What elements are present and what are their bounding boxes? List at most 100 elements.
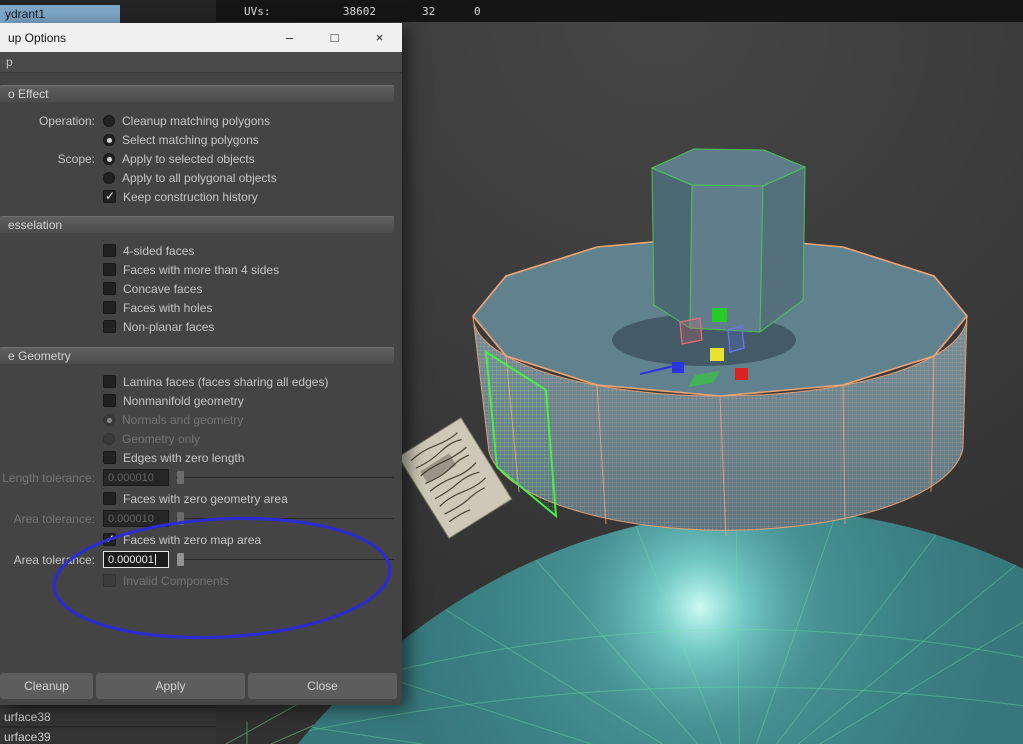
section-header-tesselation[interactable]: esselation: [0, 216, 394, 233]
checkbox-4-sided-faces[interactable]: [103, 244, 116, 257]
radio-select-matching[interactable]: [103, 133, 115, 146]
length-tolerance-slider[interactable]: [176, 469, 394, 486]
outliner-item-surface38[interactable]: urface38: [0, 708, 216, 727]
close-icon[interactable]: ×: [357, 23, 402, 52]
nonmanifold-row: Nonmanifold geometry: [0, 391, 394, 410]
operation-option-row: Operation: Cleanup matching polygons: [0, 111, 394, 130]
checkbox-faces-with-holes-label[interactable]: Faces with holes: [123, 301, 212, 315]
geom-area-tolerance-input[interactable]: 0.000010: [103, 510, 169, 527]
slider-handle[interactable]: [177, 471, 184, 484]
hud-value-2: 32: [422, 5, 436, 18]
radio-normals-geometry-label[interactable]: Normals and geometry: [122, 413, 243, 427]
section-header-effect[interactable]: o Effect: [0, 85, 394, 102]
checkbox-non-planar-faces[interactable]: [103, 320, 116, 333]
radio-normals-geometry[interactable]: [103, 413, 115, 426]
checkbox-invalid-components[interactable]: [103, 574, 116, 587]
checkbox-more-than-4-sides[interactable]: [103, 263, 116, 276]
length-tolerance-label: Length tolerance:: [2, 470, 95, 485]
checkbox-lamina-faces[interactable]: [103, 375, 116, 388]
radio-apply-selected-label[interactable]: Apply to selected objects: [122, 152, 255, 166]
manip-z-handle[interactable]: [735, 368, 748, 380]
checkbox-nonmanifold[interactable]: [103, 394, 116, 407]
scope-label: Scope:: [57, 151, 95, 166]
map-area-tolerance-value: 0.000001: [108, 553, 154, 566]
checkbox-concave-faces[interactable]: [103, 282, 116, 295]
checkbox-lamina-faces-label[interactable]: Lamina faces (faces sharing all edges): [123, 375, 328, 389]
apply-button[interactable]: Apply: [96, 673, 245, 699]
keep-history-row: Keep construction history: [0, 187, 394, 206]
checkbox-edges-zero-length-label[interactable]: Edges with zero length: [123, 451, 244, 465]
outliner-bottom: urface38 urface39: [0, 705, 216, 744]
checkbox-faces-zero-geometry-area-label[interactable]: Faces with zero geometry area: [123, 492, 288, 506]
outliner-top: ydrant1: [0, 0, 216, 23]
slider-handle[interactable]: [177, 553, 184, 566]
hud-uvs-count: 38602: [342, 5, 376, 18]
manip-plane-handle-blue[interactable]: [727, 325, 745, 353]
manip-center-handle[interactable]: [710, 348, 724, 361]
faces-zero-geometry-area-row: Faces with zero geometry area: [0, 489, 394, 508]
checkbox-non-planar-faces-label[interactable]: Non-planar faces: [123, 320, 214, 334]
slider-handle[interactable]: [177, 512, 184, 525]
prism-left-face: [651, 167, 693, 329]
hexagonal-prism[interactable]: [650, 148, 807, 334]
manip-y-handle[interactable]: [712, 308, 727, 322]
geom-area-tolerance-row: Area tolerance: 0.000010: [0, 509, 394, 528]
manip-x-handle[interactable]: [672, 362, 684, 373]
radio-select-matching-label[interactable]: Select matching polygons: [122, 133, 259, 147]
outliner-item-surface39[interactable]: urface39: [0, 728, 216, 744]
radio-cleanup-matching-label[interactable]: Cleanup matching polygons: [122, 114, 270, 128]
radio-geometry-only-label[interactable]: Geometry only: [122, 432, 200, 446]
dialog-button-row: Cleanup Apply Close: [0, 673, 402, 700]
geom-area-tolerance-value: 0.000010: [108, 512, 154, 525]
outliner-selected-item[interactable]: ydrant1: [0, 5, 120, 23]
menu-help[interactable]: p: [0, 55, 19, 69]
checkbox-edges-zero-length[interactable]: [103, 451, 116, 464]
checkbox-keep-history[interactable]: [103, 189, 116, 203]
scope-option-row: Apply to all polygonal objects: [0, 168, 394, 187]
cleanup-options-dialog: up Options – □ × p o Effect Operation: C…: [0, 23, 402, 705]
checkbox-concave-faces-label[interactable]: Concave faces: [123, 282, 202, 296]
radio-apply-all[interactable]: [103, 171, 115, 184]
dialog-body: o Effect Operation: Cleanup matching pol…: [0, 73, 402, 705]
minimize-icon[interactable]: –: [267, 23, 312, 52]
dialog-titlebar[interactable]: up Options – □ ×: [0, 23, 402, 52]
text-cursor: [154, 554, 156, 565]
checkbox-nonmanifold-label[interactable]: Nonmanifold geometry: [123, 394, 244, 408]
window-controls: – □ ×: [267, 23, 402, 52]
checkbox-invalid-components-label[interactable]: Invalid Components: [123, 574, 229, 588]
checkbox-faces-zero-map-area[interactable]: [103, 532, 116, 546]
close-button[interactable]: Close: [248, 673, 397, 699]
checkbox-keep-history-label[interactable]: Keep construction history: [123, 190, 258, 204]
radio-geometry-only[interactable]: [103, 432, 115, 445]
length-tolerance-row: Length tolerance: 0.000010: [0, 468, 394, 487]
cleanup-button[interactable]: Cleanup: [0, 673, 93, 699]
tesselation-row: Faces with holes: [0, 298, 394, 317]
tesselation-row: Concave faces: [0, 279, 394, 298]
tesselation-row: Non-planar faces: [0, 317, 394, 336]
lamina-row: Lamina faces (faces sharing all edges): [0, 372, 394, 391]
manip-plane-handle-red[interactable]: [679, 317, 703, 345]
radio-apply-selected[interactable]: [103, 152, 115, 165]
scope-option-row: Scope: Apply to selected objects: [0, 149, 394, 168]
faces-zero-map-area-row: Faces with zero map area: [0, 530, 394, 549]
tesselation-row: Faces with more than 4 sides: [0, 260, 394, 279]
checkbox-faces-zero-geometry-area[interactable]: [103, 492, 116, 505]
radio-cleanup-matching[interactable]: [103, 114, 115, 127]
map-area-tolerance-input[interactable]: 0.000001: [103, 551, 169, 568]
length-tolerance-value: 0.000010: [108, 471, 154, 484]
checkbox-4-sided-faces-label[interactable]: 4-sided faces: [123, 244, 194, 258]
dialog-title: up Options: [8, 30, 67, 45]
length-tolerance-input[interactable]: 0.000010: [103, 469, 169, 486]
invalid-components-row: Invalid Components: [0, 571, 394, 590]
geom-area-tolerance-label: Area tolerance:: [13, 511, 95, 526]
map-area-tolerance-slider[interactable]: [176, 551, 394, 568]
checkbox-more-than-4-sides-label[interactable]: Faces with more than 4 sides: [123, 263, 279, 277]
checkbox-faces-with-holes[interactable]: [103, 301, 116, 314]
maximize-icon[interactable]: □: [312, 23, 357, 52]
radio-apply-all-label[interactable]: Apply to all polygonal objects: [122, 171, 277, 185]
section-header-geometry[interactable]: e Geometry: [0, 347, 394, 364]
map-area-tolerance-label: Area tolerance:: [13, 552, 95, 567]
checkbox-faces-zero-map-area-label[interactable]: Faces with zero map area: [123, 533, 261, 547]
geom-area-tolerance-slider[interactable]: [176, 510, 394, 527]
map-area-tolerance-row: Area tolerance: 0.000001: [0, 550, 394, 569]
